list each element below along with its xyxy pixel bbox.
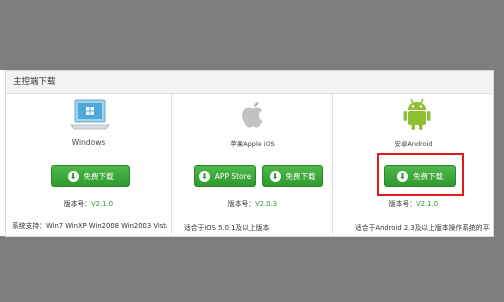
laptop-icon (70, 99, 110, 130)
app-store-button[interactable]: ⬇ APP Store (194, 165, 256, 187)
platform-columns: Windows ⬇ 免费下载 版本号：V2.1.0 系统支持：Win7 WinX… (6, 94, 493, 236)
android-label: 安卓Android (394, 140, 433, 148)
app-store-label: APP Store (214, 171, 252, 181)
ios-label: 苹果Apple iOS (230, 140, 275, 148)
windows-label: Windows (71, 138, 106, 147)
ios-version: 版本号：V2.0.3 (227, 200, 278, 208)
ios-column: 苹果Apple iOS ⬇ APP Store ⬇ 免费下载 版本号：V2.0.… (171, 94, 333, 236)
panel-title: 主控端下载 (6, 71, 493, 94)
windows-download-button[interactable]: ⬇ 免费下载 (51, 165, 130, 187)
android-column: 安卓Android ⬇ 免费下载 版本号：V2.1.0 适合于Android 2… (332, 94, 493, 236)
windows-version: 版本号：V2.1.0 (63, 200, 114, 208)
download-arrow-icon: ⬇ (67, 170, 79, 182)
windows-download-label: 免费下载 (83, 171, 114, 181)
android-robot-icon (403, 98, 431, 130)
apple-icon (242, 102, 263, 128)
windows-column: Windows ⬇ 免费下载 版本号：V2.1.0 系统支持：Win7 WinX… (6, 94, 171, 236)
ios-download-button[interactable]: ⬇ 免费下载 (262, 165, 323, 187)
ios-download-label: 免费下载 (285, 171, 316, 181)
windows-system-support: 系统支持：Win7 WinXP Win2008 Win2003 Vista (12, 222, 167, 230)
download-arrow-icon: ⬇ (269, 170, 281, 182)
highlight-box (377, 153, 464, 196)
download-arrow-icon: ⬇ (198, 170, 210, 182)
android-description: 适合于Android 2.3及以上版本操作系统的平板 (355, 224, 490, 232)
ios-description: 适合于iOS 5.0.1及以上版本 (184, 224, 270, 232)
android-version: 版本号：V2.1.0 (388, 200, 439, 208)
download-panel: 主控端下载 Windows ⬇ 免费下载 版本号：V2.1.0 系统支持：Win… (5, 70, 494, 237)
